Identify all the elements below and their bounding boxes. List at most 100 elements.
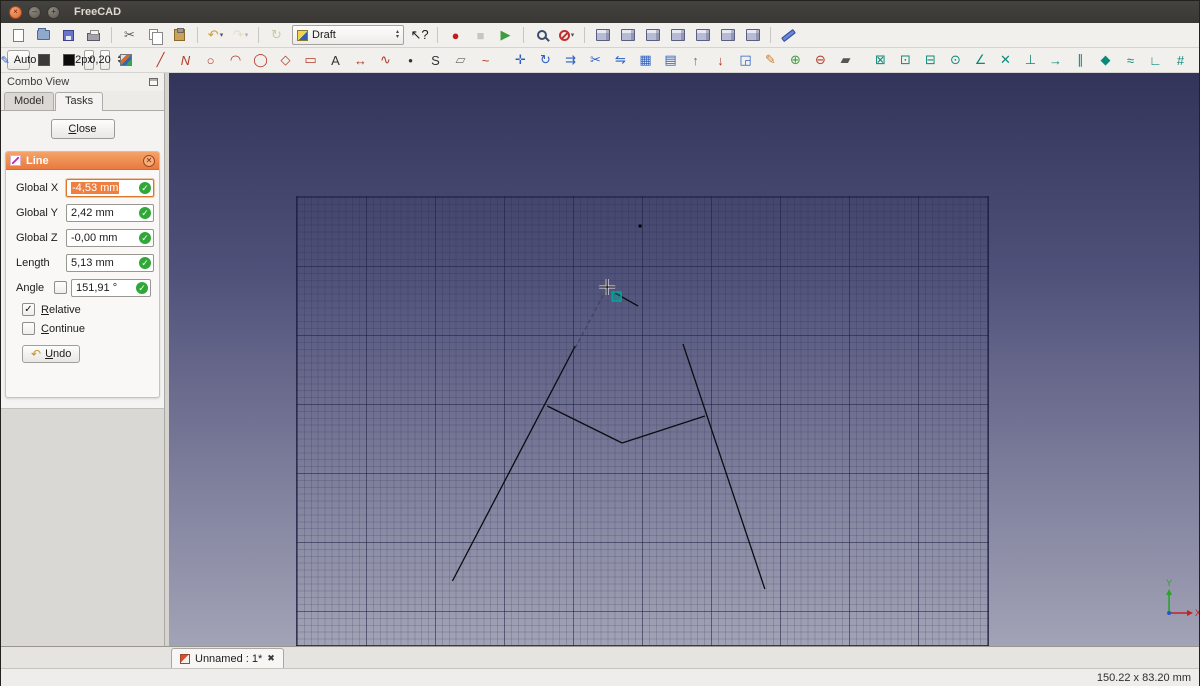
apply-style[interactable] xyxy=(114,50,137,71)
draft-delete-point[interactable]: ⊖ xyxy=(809,50,832,71)
view-isometric[interactable] xyxy=(591,25,614,46)
continue-checkbox[interactable] xyxy=(22,322,35,335)
draft-edit[interactable]: ✎ xyxy=(759,50,782,71)
draft-arc[interactable]: ◠ xyxy=(224,50,247,71)
draft-rectangle[interactable]: ▭ xyxy=(299,50,322,71)
combo-view-header: Combo View xyxy=(1,73,164,91)
draft-auto-plane-button[interactable]: ✎ Auto xyxy=(1,50,36,70)
draft-line[interactable]: ╱ xyxy=(149,50,172,71)
line-color-swatch[interactable] xyxy=(32,50,55,71)
length-input[interactable]: 5,13 mm ✓ xyxy=(66,253,154,272)
fit-all[interactable] xyxy=(530,25,553,46)
copy[interactable] xyxy=(143,25,166,46)
window-minimize-button[interactable]: – xyxy=(28,5,41,19)
draft-array[interactable]: ▦ xyxy=(634,50,657,71)
draft-ellipse[interactable]: ◯ xyxy=(249,50,272,71)
draft-bspline[interactable]: ∿ xyxy=(374,50,397,71)
main-area: Combo View Model Tasks Close Line ✕ Glob… xyxy=(1,73,1199,646)
redo[interactable]: ↷ ▾ xyxy=(229,25,252,46)
line-task-close-icon[interactable]: ✕ xyxy=(143,154,155,167)
draft-polygon[interactable]: ◇ xyxy=(274,50,297,71)
document-tab[interactable]: Unnamed : 1* ✖ xyxy=(171,648,284,668)
snap-center[interactable]: ⊙ xyxy=(944,50,967,71)
tab-tasks[interactable]: Tasks xyxy=(54,92,104,111)
draft-scale[interactable]: ◲ xyxy=(734,50,757,71)
view-front[interactable] xyxy=(616,25,639,46)
view-rear[interactable] xyxy=(691,25,714,46)
snap-special[interactable]: ◆ xyxy=(1094,50,1117,71)
snap-lock[interactable]: ⊠ xyxy=(869,50,892,71)
snap-extension[interactable]: → xyxy=(1044,50,1067,71)
draft-dimension[interactable]: ↔ xyxy=(349,50,372,71)
draft-line-icon xyxy=(10,155,21,166)
snap-parallel[interactable]: ∥ xyxy=(1069,50,1092,71)
draft-shapestring[interactable]: S xyxy=(424,50,447,71)
task-close-button[interactable]: Close xyxy=(50,119,115,139)
draft-trimex[interactable]: ✂ xyxy=(584,50,607,71)
paste[interactable] xyxy=(168,25,191,46)
view-right[interactable] xyxy=(666,25,689,46)
view-left[interactable] xyxy=(741,25,764,46)
save-file[interactable] xyxy=(57,25,80,46)
new-file[interactable] xyxy=(7,25,30,46)
print[interactable] xyxy=(82,25,105,46)
macro-execute[interactable]: ▶ xyxy=(494,25,517,46)
snap-angle[interactable]: ∠ xyxy=(969,50,992,71)
draft-rotate[interactable]: ↻ xyxy=(534,50,557,71)
snap-midpoint[interactable]: ⊟ xyxy=(919,50,942,71)
titlebar: × – + FreeCAD xyxy=(1,1,1199,23)
draft-point[interactable]: • xyxy=(399,50,422,71)
relative-checkbox[interactable]: ✓ xyxy=(22,303,35,316)
toolbar-separator xyxy=(258,27,259,43)
line-task-header: Line ✕ xyxy=(6,152,159,170)
snap-grid[interactable]: # xyxy=(1169,50,1192,71)
draft-shape2dview[interactable]: ▰ xyxy=(834,50,857,71)
view-bottom[interactable] xyxy=(716,25,739,46)
refresh[interactable]: ↻ xyxy=(265,25,288,46)
open-file[interactable] xyxy=(32,25,55,46)
combo-view-panel: Combo View Model Tasks Close Line ✕ Glob… xyxy=(1,73,165,646)
macro-stop[interactable]: ■ xyxy=(469,25,492,46)
window-close-button[interactable]: × xyxy=(9,5,22,19)
draft-bezier[interactable]: ~ xyxy=(474,50,497,71)
draft-add-point[interactable]: ⊕ xyxy=(784,50,807,71)
draft-circle[interactable]: ○ xyxy=(199,50,222,71)
undo[interactable]: ↶ ▾ xyxy=(204,25,227,46)
snap-near[interactable]: ≈ xyxy=(1119,50,1142,71)
draft-downgrade[interactable]: ↓ xyxy=(709,50,732,71)
angle-lock-checkbox[interactable] xyxy=(54,281,67,294)
document-tab-close-icon[interactable]: ✖ xyxy=(267,653,275,664)
global-y-input[interactable]: 2,42 mm ✓ xyxy=(66,203,154,222)
window-maximize-button[interactable]: + xyxy=(47,5,60,19)
draft-upgrade[interactable]: ↑ xyxy=(684,50,707,71)
draft-mirror[interactable]: ⇋ xyxy=(609,50,632,71)
undo-button[interactable]: ↶ Undo xyxy=(22,345,81,363)
snap-ortho[interactable]: ∟ xyxy=(1144,50,1167,71)
dock-float-icon[interactable] xyxy=(149,78,158,86)
scale-field[interactable]: 0,20▴▾ xyxy=(89,50,121,70)
draft-text[interactable]: A xyxy=(324,50,347,71)
draft-wire[interactable]: N xyxy=(174,50,197,71)
draft-offset[interactable]: ⇉ xyxy=(559,50,582,71)
cut[interactable]: ✂ xyxy=(118,25,141,46)
workbench-selector[interactable]: Draft ▴ ▾ xyxy=(292,25,404,45)
snap-endpoint[interactable]: ⊡ xyxy=(894,50,917,71)
measure-distance[interactable] xyxy=(777,25,800,46)
whats-this[interactable]: ↖? xyxy=(408,25,431,46)
snap-perpendicular[interactable]: ⊥ xyxy=(1019,50,1042,71)
angle-input[interactable]: 151,91 ° ✓ xyxy=(71,278,151,297)
draw-style[interactable]: ▾ xyxy=(555,25,578,46)
draft-facebinder[interactable]: ▱ xyxy=(449,50,472,71)
draft-clone[interactable]: ▤ xyxy=(659,50,682,71)
3d-viewport[interactable]: XY xyxy=(169,73,1199,646)
tab-model[interactable]: Model xyxy=(4,92,54,110)
global-x-input[interactable]: -4,53 mm ✓ xyxy=(66,178,154,197)
draft-move[interactable]: ✛ xyxy=(509,50,532,71)
snap-intersection[interactable]: ✕ xyxy=(994,50,1017,71)
checkbox-check-icon: ✓ xyxy=(24,304,33,315)
global-z-input[interactable]: -0,00 mm ✓ xyxy=(66,228,154,247)
undo-row: ↶ Undo xyxy=(22,345,159,363)
macro-record[interactable]: ● xyxy=(444,25,467,46)
snap-working-plane[interactable]: ▦ xyxy=(1194,50,1200,71)
view-top[interactable] xyxy=(641,25,664,46)
